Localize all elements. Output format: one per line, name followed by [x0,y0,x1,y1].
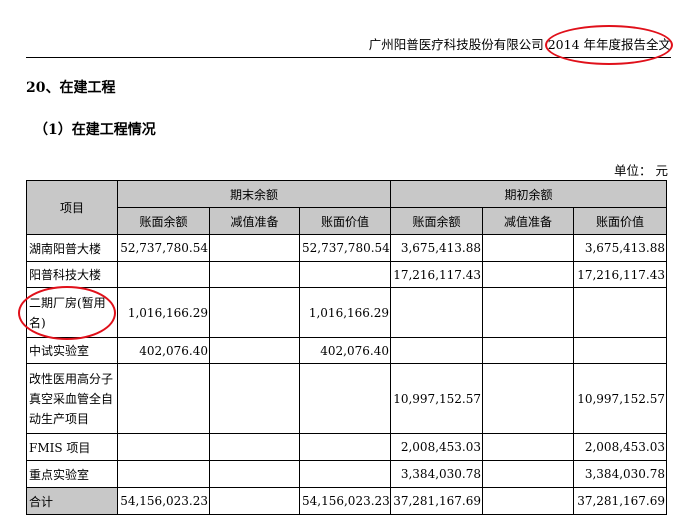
table-row: 重点实验室 3,384,030.78 3,384,030.78 [26,460,667,488]
row-name-cell: FMIS 项目 [26,433,118,461]
ending-balance-group-header: 期末余额 [117,180,391,208]
total-row: 合计 54,156,023.23 54,156,023.23 37,281,16… [26,487,667,515]
total-value-cell: 54,156,023.23 [117,487,210,515]
value-cell: 402,076.40 [117,337,210,364]
row-name-cell: 中试实验室 [26,337,118,364]
value-cell [299,261,391,288]
value-cell [209,363,300,434]
value-cell [482,261,574,288]
value-cell: 1,016,166.29 [117,287,210,338]
value-cell [209,287,300,338]
value-cell [482,460,574,488]
value-cell: 3,384,030.78 [390,460,483,488]
subsection-title: （1）在建工程情况 [34,122,156,138]
value-cell [299,460,391,488]
value-cell [482,337,574,364]
beginning-balance-group-header: 期初余额 [390,180,667,208]
value-cell: 52,737,780.54 [117,234,210,262]
construction-in-progress-table: 项目 期末余额 期初余额 账面余额 减值准备 账面价值 账面余额 减值准备 账面… [26,180,667,515]
value-cell: 10,997,152.57 [573,363,667,434]
value-cell [390,287,483,338]
value-cell [390,337,483,364]
subheader-cell: 减值准备 [482,207,574,235]
value-cell [209,261,300,288]
row-name-cell: 阳普科技大楼 [26,261,118,288]
value-cell [209,337,300,364]
value-cell [482,287,574,338]
subheader-cell: 账面余额 [117,207,210,235]
value-cell [209,460,300,488]
value-cell: 402,076.40 [299,337,391,364]
value-cell [482,433,574,461]
value-cell: 3,675,413.88 [573,234,667,262]
value-cell [299,363,391,434]
total-value-cell [209,487,300,515]
total-value-cell: 37,281,167.69 [390,487,483,515]
total-value-cell [482,487,574,515]
value-cell: 2,008,453.03 [390,433,483,461]
value-cell [117,460,210,488]
value-cell: 10,997,152.57 [390,363,483,434]
subheader-cell: 账面价值 [299,207,391,235]
value-cell [482,234,574,262]
row-name-cell: 改性医用高分子真空采血管全自动生产项目 [26,363,118,434]
value-cell: 3,675,413.88 [390,234,483,262]
value-cell [209,433,300,461]
item-column-header: 项目 [26,180,118,235]
table-row: 阳普科技大楼 17,216,117.43 17,216,117.43 [26,261,667,288]
unit-label: 单位： 元 [614,163,668,178]
value-cell [117,261,210,288]
total-value-cell: 37,281,167.69 [573,487,667,515]
total-label-cell: 合计 [26,487,118,515]
value-cell [573,287,667,338]
report-header-title: 广州阳普医疗科技股份有限公司 2014 年年度报告全文 [368,37,671,52]
subheader-cell: 减值准备 [209,207,300,235]
table-row: 改性医用高分子真空采血管全自动生产项目 10,997,152.57 10,997… [26,363,667,434]
value-cell: 17,216,117.43 [573,261,667,288]
table-row: 湖南阳普大楼 52,737,780.54 52,737,780.54 3,675… [26,234,667,262]
value-cell [117,433,210,461]
value-cell [573,337,667,364]
total-value-cell: 54,156,023.23 [299,487,391,515]
value-cell: 52,737,780.54 [299,234,391,262]
value-cell: 17,216,117.43 [390,261,483,288]
row-name-cell: 湖南阳普大楼 [26,234,118,262]
row-name-cell: 重点实验室 [26,460,118,488]
value-cell: 3,384,030.78 [573,460,667,488]
subheader-cell: 账面余额 [390,207,483,235]
value-cell [117,363,210,434]
header-divider [26,57,671,58]
value-cell [482,363,574,434]
subheader-cell: 账面价值 [573,207,667,235]
section-title: 20、在建工程 [26,80,116,96]
value-cell [299,433,391,461]
value-cell [209,234,300,262]
table-row: 中试实验室 402,076.40 402,076.40 [26,337,667,364]
table-row: FMIS 项目 2,008,453.03 2,008,453.03 [26,433,667,461]
row-name-cell: 二期厂房(暂用名) [26,287,118,338]
value-cell: 2,008,453.03 [573,433,667,461]
table-row: 二期厂房(暂用名) 1,016,166.29 1,016,166.29 [26,287,667,338]
value-cell: 1,016,166.29 [299,287,391,338]
